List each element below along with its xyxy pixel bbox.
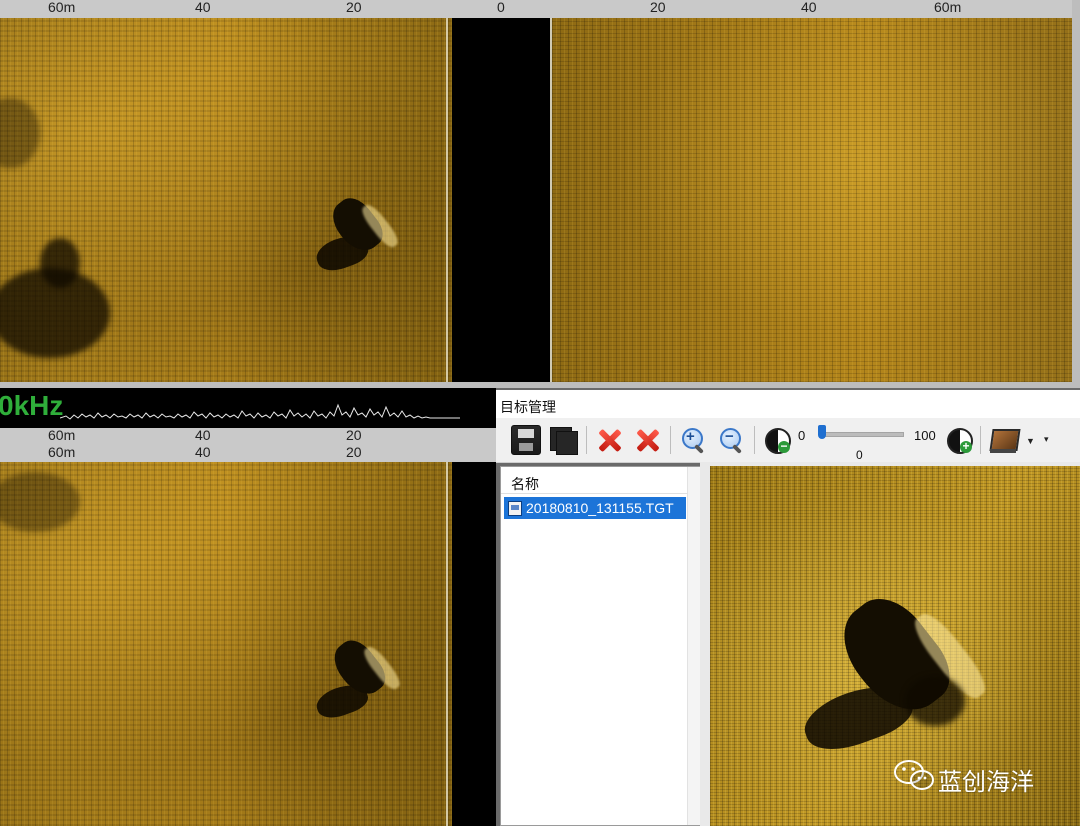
top-range-ruler: 60m 40 20 0 20 40 60m bbox=[0, 0, 1072, 19]
ruler-tick-left-20: 20 bbox=[346, 444, 362, 460]
contrast-min-label: 0 bbox=[798, 428, 806, 443]
ruler-tick-left-40: 40 bbox=[195, 444, 211, 460]
toolbar-separator bbox=[980, 426, 981, 454]
ruler-tick-center-0: 0 bbox=[497, 0, 505, 15]
starboard-waterfall-top[interactable] bbox=[552, 18, 1072, 382]
contrast-increase-icon[interactable]: + bbox=[944, 425, 974, 455]
ruler-tick-right-40: 40 bbox=[801, 0, 817, 15]
nadir-edge-left-bottom bbox=[446, 462, 448, 826]
signal-status-strip: 0kHz bbox=[0, 388, 496, 428]
ruler-tick-right-60: 60m bbox=[934, 0, 962, 15]
target-file-icon bbox=[508, 501, 522, 516]
ruler-tick-left-20: 20 bbox=[346, 427, 362, 443]
delete-all-icon[interactable] bbox=[632, 425, 662, 455]
zoom-in-icon[interactable]: + bbox=[678, 425, 708, 455]
signal-trace bbox=[60, 403, 460, 420]
ruler-tick-left-60: 60m bbox=[48, 444, 76, 460]
save-all-icon[interactable] bbox=[548, 425, 578, 455]
port-waterfall-top[interactable] bbox=[0, 18, 452, 382]
chevron-down-icon[interactable]: ▼ bbox=[1026, 436, 1035, 446]
toolbar-overflow-icon[interactable]: ▾ bbox=[1044, 434, 1049, 445]
seabed-dark-patch bbox=[0, 98, 40, 168]
target-manager-titlebar[interactable]: 目标管理 bbox=[496, 390, 1080, 418]
list-item-label: 20180810_131155.TGT bbox=[526, 500, 674, 516]
ruler-tick-right-20: 20 bbox=[650, 0, 666, 15]
wreck-target-bottom[interactable] bbox=[312, 627, 422, 727]
list-column-header[interactable]: 名称 bbox=[501, 467, 699, 494]
panel-title: 目标管理 bbox=[500, 399, 556, 415]
wechat-logo-icon bbox=[894, 760, 934, 790]
delete-icon[interactable] bbox=[594, 425, 624, 455]
frequency-label: 0kHz bbox=[0, 390, 64, 421]
toolbar-separator bbox=[754, 426, 755, 454]
contrast-slider-track[interactable] bbox=[820, 432, 904, 437]
seabed-dark-patch bbox=[0, 472, 80, 532]
wreck-target-top[interactable] bbox=[310, 183, 420, 283]
ruler-tick-left-20: 20 bbox=[346, 0, 362, 15]
target-manager-toolbar: + − − + ▼ ▾ bbox=[496, 418, 1080, 463]
ruler-tick-left-60: 60m bbox=[48, 0, 76, 15]
list-scrollbar[interactable] bbox=[687, 467, 700, 825]
slider-value-label: 0 bbox=[856, 448, 863, 462]
seabed-dark-patch bbox=[40, 238, 80, 288]
right-border bbox=[1072, 0, 1080, 388]
contrast-decrease-icon[interactable]: − bbox=[762, 425, 792, 455]
watermark-text: 蓝创海洋 bbox=[938, 768, 1034, 796]
nadir-water-column-top bbox=[452, 18, 550, 382]
wreck-target-preview bbox=[795, 576, 1015, 776]
column-header-name: 名称 bbox=[511, 476, 539, 492]
nadir-edge-left bbox=[446, 18, 448, 382]
toolbar-separator bbox=[586, 426, 587, 454]
lower-range-ruler-2: 60m 40 20 bbox=[0, 444, 496, 463]
contrast-slider-thumb[interactable] bbox=[818, 425, 826, 439]
contrast-max-label: 100 bbox=[914, 428, 936, 443]
ruler-tick-left-60: 60m bbox=[48, 427, 76, 443]
display-settings-icon[interactable] bbox=[988, 425, 1021, 455]
save-icon[interactable] bbox=[511, 425, 541, 455]
port-waterfall-bottom[interactable] bbox=[0, 462, 452, 826]
nadir-water-column-bottom bbox=[452, 462, 496, 826]
list-item[interactable]: 20180810_131155.TGT bbox=[504, 497, 686, 519]
toolbar-separator bbox=[670, 426, 671, 454]
target-list[interactable]: 名称 20180810_131155.TGT bbox=[500, 466, 700, 826]
ruler-tick-left-40: 40 bbox=[195, 427, 211, 443]
zoom-out-icon[interactable]: − bbox=[716, 425, 746, 455]
ruler-tick-left-40: 40 bbox=[195, 0, 211, 15]
